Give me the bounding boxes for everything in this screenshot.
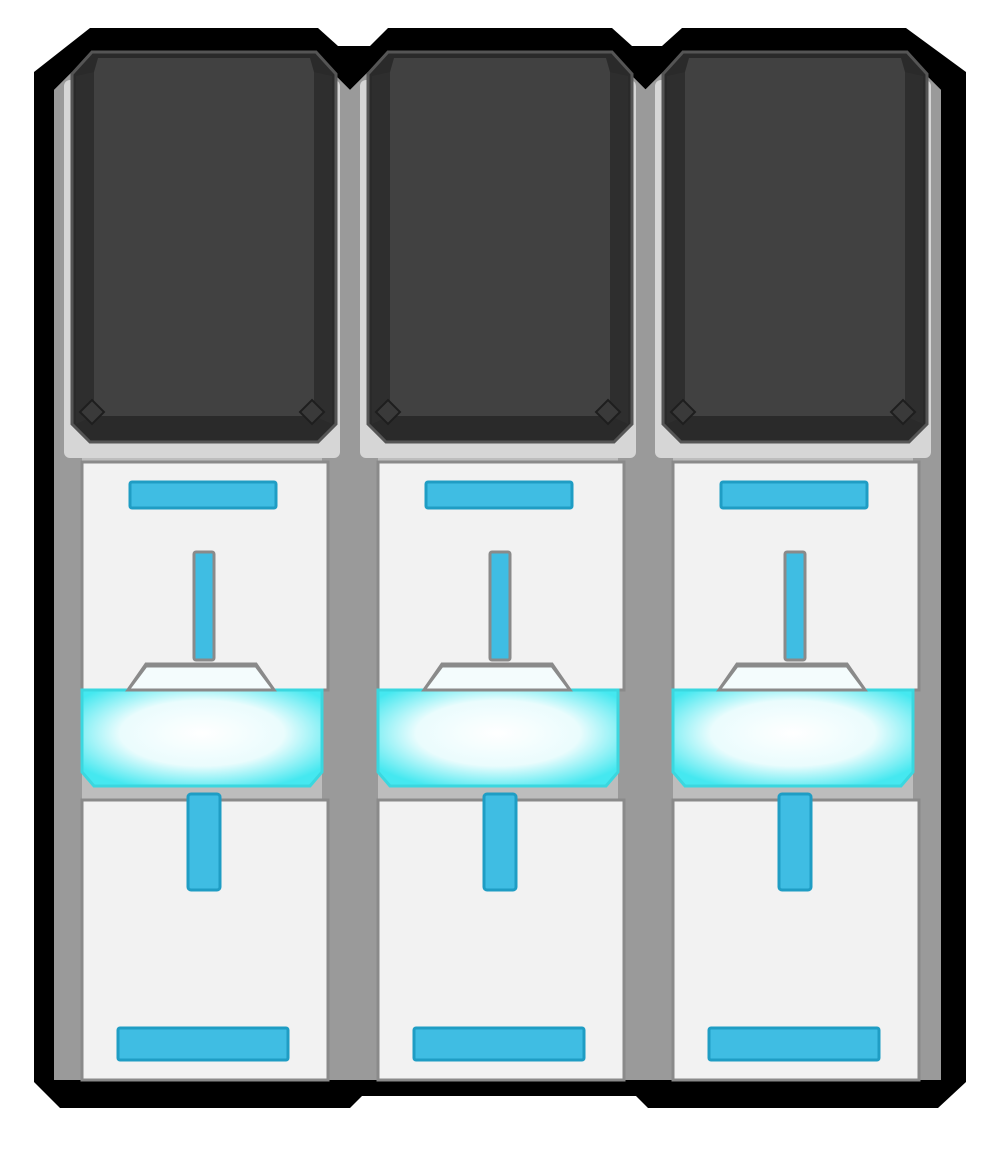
chamber-lid <box>421 664 573 692</box>
pod-module-2 <box>350 50 646 1082</box>
feed-tube <box>192 550 216 662</box>
pod-module-1 <box>54 50 350 1082</box>
chamber-lid <box>125 664 277 692</box>
glow-chamber <box>80 688 324 788</box>
drain-tube <box>186 792 222 892</box>
upper-indicator-bar <box>128 480 278 510</box>
screen-left-bevel <box>667 72 685 424</box>
screen-left-bevel <box>372 72 390 424</box>
glow-chamber <box>671 688 915 788</box>
lower-indicator-bar <box>116 1026 290 1062</box>
upper-indicator-bar <box>719 480 869 510</box>
server-rack-sprite <box>34 28 966 1108</box>
pod-module-3 <box>645 50 941 1082</box>
game-sprite-canvas <box>0 0 998 1154</box>
feed-tube <box>488 550 512 662</box>
drain-tube <box>482 792 518 892</box>
screen-right-bevel <box>314 72 332 424</box>
lower-indicator-bar <box>707 1026 881 1062</box>
screen-right-bevel <box>610 72 628 424</box>
screen-right-bevel <box>905 72 923 424</box>
screen-face <box>94 58 314 416</box>
screen-left-bevel <box>76 72 94 424</box>
feed-tube <box>783 550 807 662</box>
upper-indicator-bar <box>424 480 574 510</box>
glow-chamber <box>376 688 620 788</box>
chamber-lid <box>716 664 868 692</box>
drain-tube <box>777 792 813 892</box>
screen-face <box>390 58 610 416</box>
screen-face <box>685 58 905 416</box>
pod-modules <box>54 50 941 1082</box>
lower-indicator-bar <box>412 1026 586 1062</box>
